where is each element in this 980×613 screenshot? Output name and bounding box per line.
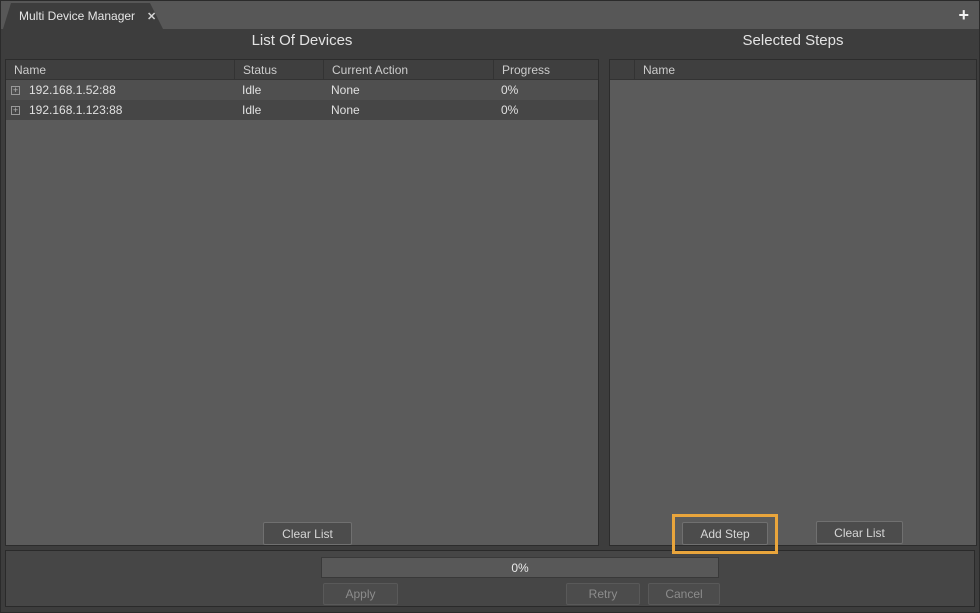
column-header-name[interactable]: Name — [6, 60, 234, 79]
device-status-cell: Idle — [234, 80, 323, 100]
device-action-cell: None — [323, 100, 493, 120]
devices-table-header: Name Status Current Action Progress — [6, 60, 598, 80]
tab-multi-device-manager[interactable]: Multi Device Manager ✕ — [3, 3, 163, 29]
tab-close-icon[interactable]: ✕ — [147, 10, 156, 23]
device-progress-cell: 0% — [493, 80, 598, 100]
selected-steps-table: Name — [609, 59, 977, 546]
column-header-progress[interactable]: Progress — [493, 60, 598, 79]
device-name-cell: + 192.168.1.123:88 — [6, 100, 234, 120]
expand-plus-icon[interactable]: + — [11, 86, 20, 95]
steps-table-header: Name — [610, 60, 976, 80]
tab-bar: Multi Device Manager ✕ + — [1, 1, 979, 29]
steps-clear-list-button[interactable]: Clear List — [816, 521, 903, 544]
device-action-cell: None — [323, 80, 493, 100]
steps-gutter-column — [610, 60, 634, 79]
retry-button[interactable]: Retry — [566, 583, 640, 605]
multi-device-manager-window: Multi Device Manager ✕ + List Of Devices… — [0, 0, 980, 613]
device-status-cell: Idle — [234, 100, 323, 120]
add-step-button[interactable]: Add Step — [682, 522, 768, 545]
device-name: 192.168.1.123:88 — [29, 103, 122, 117]
right-panel-title: Selected Steps — [609, 32, 977, 49]
devices-clear-list-button[interactable]: Clear List — [263, 522, 352, 545]
progress-value: 0% — [511, 561, 528, 575]
expand-plus-icon[interactable]: + — [11, 106, 20, 115]
devices-table: Name Status Current Action Progress + 19… — [5, 59, 599, 546]
steps-column-header-name[interactable]: Name — [634, 60, 976, 79]
device-progress-cell: 0% — [493, 100, 598, 120]
device-row[interactable]: + 192.168.1.52:88 Idle None 0% — [6, 80, 598, 100]
device-name-cell: + 192.168.1.52:88 — [6, 80, 234, 100]
device-name: 192.168.1.52:88 — [29, 83, 116, 97]
device-row[interactable]: + 192.168.1.123:88 Idle None 0% — [6, 100, 598, 120]
apply-button[interactable]: Apply — [323, 583, 398, 605]
column-header-status[interactable]: Status — [234, 60, 323, 79]
left-panel-title: List Of Devices — [5, 32, 599, 49]
new-tab-plus-icon[interactable]: + — [958, 4, 969, 26]
cancel-button[interactable]: Cancel — [648, 583, 720, 605]
tab-title: Multi Device Manager — [19, 9, 135, 23]
column-header-current-action[interactable]: Current Action — [323, 60, 493, 79]
overall-progress-bar: 0% — [321, 557, 719, 578]
